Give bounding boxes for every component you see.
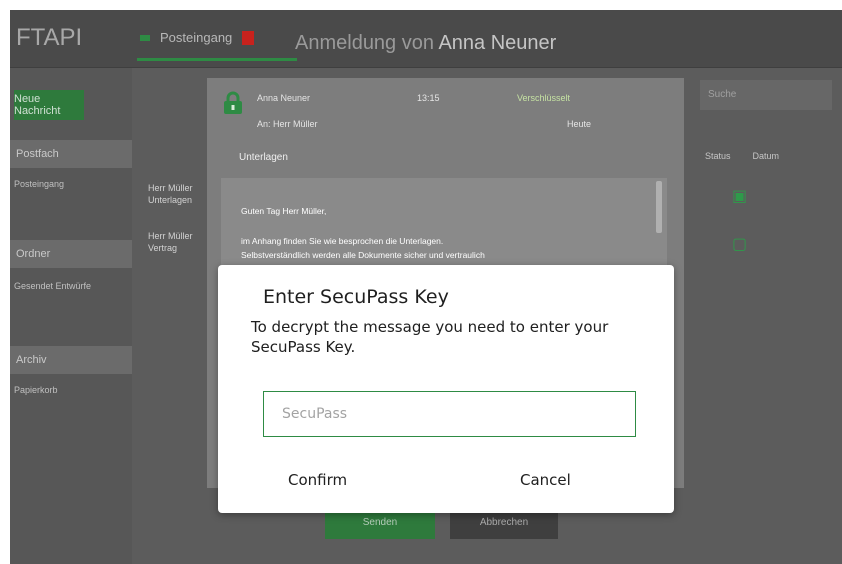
user-greeting: Anmeldung von Anna Neuner <box>295 32 556 55</box>
column-headers: Status Datum <box>705 151 779 161</box>
sidebar-item-trash[interactable]: Papierkorb <box>14 384 58 396</box>
search-input[interactable]: Suche <box>700 80 832 110</box>
message-time: 13:15 <box>417 93 440 103</box>
message-sender: Anna Neuner <box>257 93 311 103</box>
notification-icon[interactable] <box>242 30 255 45</box>
lock-open-icon: ▢ <box>732 236 748 253</box>
nav-mailbox[interactable]: Posteingang <box>160 30 232 45</box>
encryption-badge: Verschlüsselt <box>517 93 571 103</box>
secupass-input[interactable] <box>263 391 636 437</box>
sidebar-section-archive[interactable]: Archiv <box>10 346 132 374</box>
app-logo: FTAPI <box>16 24 83 51</box>
scrollbar[interactable] <box>656 181 662 233</box>
new-message-button[interactable]: Neue Nachricht <box>14 90 84 120</box>
list-item-snippet: Unterlagen <box>148 195 193 205</box>
sidebar-section-mailbox[interactable]: Postfach <box>10 140 132 168</box>
mail-icon <box>140 34 150 41</box>
user-name: Anna Neuner <box>438 32 557 54</box>
list-item[interactable]: Herr Müller Vertrag <box>148 230 193 254</box>
top-bar: FTAPI Posteingang Anmeldung von Anna Neu… <box>10 10 842 68</box>
message-subject: Unterlagen <box>239 152 288 163</box>
sidebar: Neue Nachricht Postfach Posteingang Ordn… <box>10 68 132 564</box>
message-date: Heute <box>567 119 592 129</box>
sidebar-item-inbox[interactable]: Posteingang <box>14 178 64 190</box>
list-item-sender: Herr Müller <box>148 231 193 241</box>
column-status[interactable]: Status <box>705 151 731 161</box>
sidebar-section-folders[interactable]: Ordner <box>10 240 132 268</box>
lock-icon <box>224 91 242 114</box>
lock-closed-icon: ▣ <box>732 188 748 205</box>
message-recipient: An: Herr Müller <box>257 119 318 129</box>
dialog-message: To decrypt the message you need to enter… <box>251 318 609 356</box>
body-line: Guten Tag Herr Müller, <box>241 206 327 216</box>
top-nav: Posteingang <box>137 30 297 61</box>
list-item-snippet: Vertrag <box>148 243 178 253</box>
cancel-button[interactable]: Cancel <box>520 471 571 489</box>
confirm-button[interactable]: Confirm <box>288 471 347 489</box>
active-tab-indicator <box>137 58 297 61</box>
sidebar-item-folders[interactable]: Gesendet Entwürfe <box>14 280 114 292</box>
secupass-dialog: Enter SecuPass Key To decrypt the messag… <box>218 265 674 513</box>
body-line: im Anhang finden Sie wie besprochen die … <box>241 236 444 246</box>
body-line: Selbstverständlich werden alle Dokumente… <box>241 250 485 260</box>
greeting-prefix: Anmeldung von <box>295 32 434 54</box>
list-item[interactable]: Herr Müller Unterlagen <box>148 182 193 206</box>
dialog-title: Enter SecuPass Key <box>263 286 449 308</box>
list-item-sender: Herr Müller <box>148 183 193 193</box>
column-date[interactable]: Datum <box>753 151 780 161</box>
